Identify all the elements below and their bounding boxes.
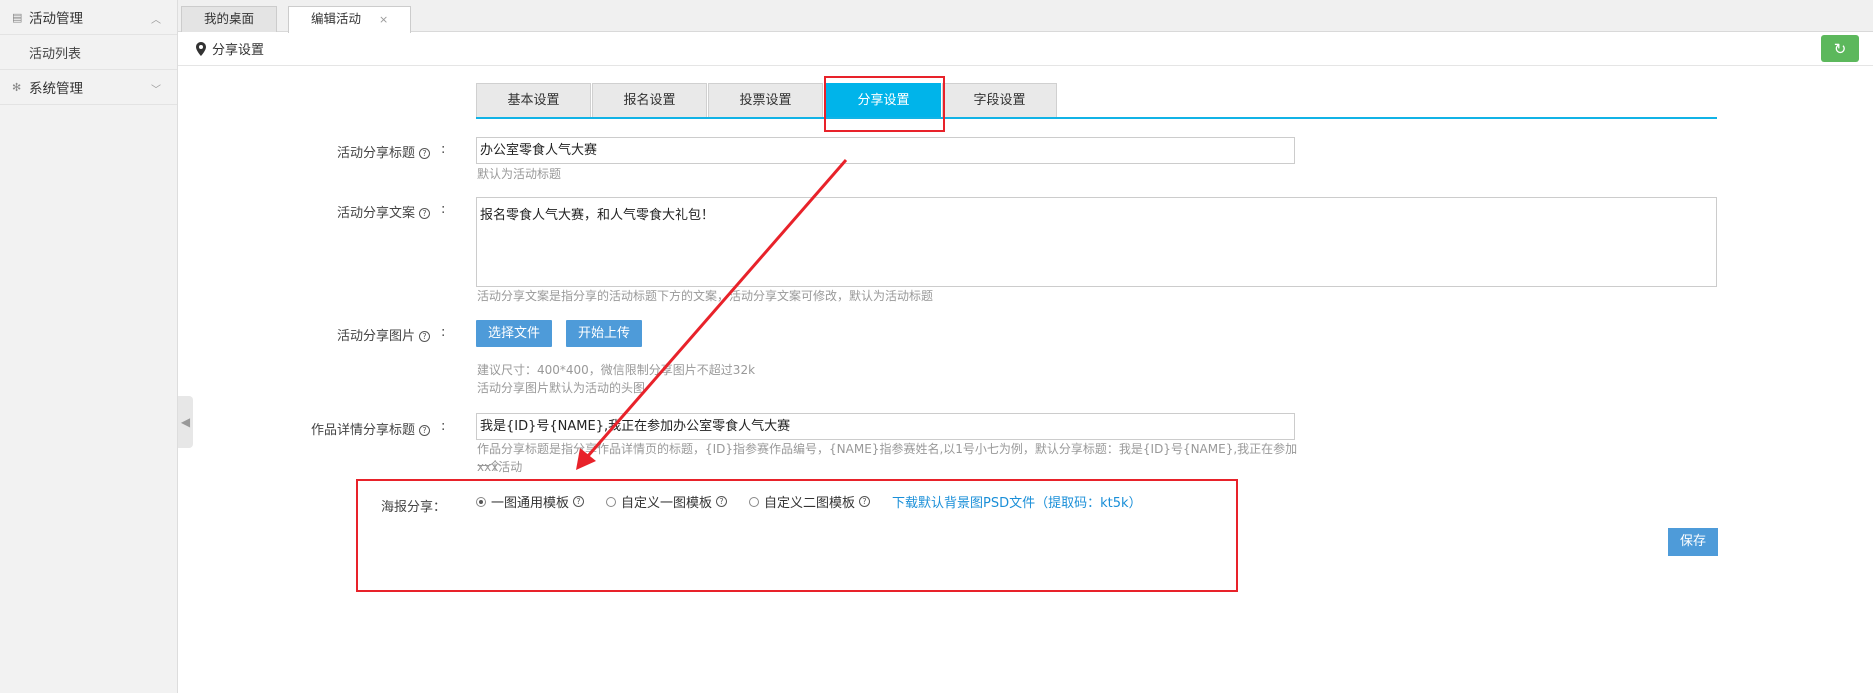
share-image-help-size: 建议尺寸：400*400，微信限制分享图片不超过32k [477, 363, 756, 377]
tab-vote-settings[interactable]: 投票设置 [708, 83, 823, 117]
tab-label: 编辑活动 [311, 11, 362, 26]
chevron-up-icon: ︿ [151, 15, 161, 26]
colon: : [441, 202, 446, 217]
colon: : [441, 419, 446, 434]
colon: : [441, 142, 446, 157]
work-share-title-label: 作品详情分享标题? [290, 419, 430, 438]
tab-my-desktop[interactable]: 我的桌面 [181, 6, 278, 32]
share-title-label-text: 活动分享标题 [336, 146, 415, 161]
sidebar-group-label: 活动管理 [29, 11, 83, 27]
list-icon: ▤ [12, 10, 23, 24]
gear-icon: ✻ [12, 80, 22, 94]
help-icon[interactable]: ? [419, 331, 430, 342]
page-title: 分享设置 [212, 43, 265, 58]
share-image-label: 活动分享图片? [300, 325, 430, 344]
sidebar: ▤ 活动管理 ︿ 活动列表 ✻ 系统管理 ﹀ [0, 0, 178, 693]
highlight-box-poster-share [356, 479, 1238, 592]
sidebar-group-activity[interactable]: ▤ 活动管理 ︿ [0, 0, 177, 35]
share-text-label-text: 活动分享文案 [336, 206, 415, 221]
location-pin-icon [196, 41, 206, 56]
chevron-left-icon: ◀ [180, 415, 191, 429]
save-button[interactable]: 保存 [1668, 528, 1718, 556]
share-title-help: 默认为活动标题 [477, 167, 562, 181]
share-image-help-default: 活动分享图片默认为活动的头图 [477, 381, 646, 395]
highlight-box-share-tab [824, 76, 945, 132]
breadcrumb: 分享设置 ↻ [178, 32, 1873, 66]
sidebar-group-label: 系统管理 [29, 81, 83, 97]
share-image-label-text: 活动分享图片 [336, 329, 415, 344]
share-text-help: 活动分享文案是指分享的活动标题下方的文案，活动分享文案可修改，默认为活动标题 [477, 289, 934, 303]
sidebar-item-label: 活动列表 [29, 46, 82, 62]
share-text-label: 活动分享文案? [300, 202, 430, 221]
work-share-title-input[interactable]: 我是{ID}号{NAME},我正在参加办公室零食人气大赛 [476, 413, 1295, 440]
start-upload-button[interactable]: 开始上传 [566, 320, 642, 347]
tab-signup-settings[interactable]: 报名设置 [592, 83, 707, 117]
tab-edit-activity[interactable]: 编辑活动 × [288, 6, 412, 33]
work-share-title-help: 作品分享标题是指分享作品详情页的标题，{ID}指参赛作品编号，{NAME}指参赛… [477, 442, 1298, 473]
close-icon[interactable]: × [379, 13, 388, 26]
help-icon[interactable]: ? [419, 425, 430, 436]
chevron-down-icon: ﹀ [151, 85, 161, 96]
share-title-label: 活动分享标题? [300, 142, 430, 161]
work-share-title-help-cont: xxx活动 [477, 460, 523, 474]
choose-file-button[interactable]: 选择文件 [476, 320, 552, 347]
refresh-button[interactable]: ↻ [1821, 35, 1859, 62]
settings-tabs: 基本设置 报名设置 投票设置 分享设置 字段设置 [476, 83, 1717, 119]
tab-basic-settings[interactable]: 基本设置 [476, 83, 591, 117]
work-share-title-label-text: 作品详情分享标题 [310, 423, 415, 438]
help-icon[interactable]: ? [419, 208, 430, 219]
colon: : [441, 325, 446, 340]
sidebar-item-activity-list[interactable]: 活动列表 [0, 35, 177, 70]
help-icon[interactable]: ? [419, 148, 430, 159]
refresh-icon: ↻ [1833, 39, 1847, 58]
tab-label: 我的桌面 [204, 11, 255, 26]
share-text-textarea[interactable]: 报名零食人气大赛，和人气零食大礼包！ [476, 197, 1717, 287]
tab-field-settings[interactable]: 字段设置 [942, 83, 1057, 117]
sidebar-collapse-handle[interactable]: ◀ [178, 396, 193, 448]
tab-bar: 我的桌面 编辑活动 × [178, 0, 1873, 33]
sidebar-group-system[interactable]: ✻ 系统管理 ﹀ [0, 70, 177, 105]
share-title-input[interactable]: 办公室零食人气大赛 [476, 137, 1295, 164]
